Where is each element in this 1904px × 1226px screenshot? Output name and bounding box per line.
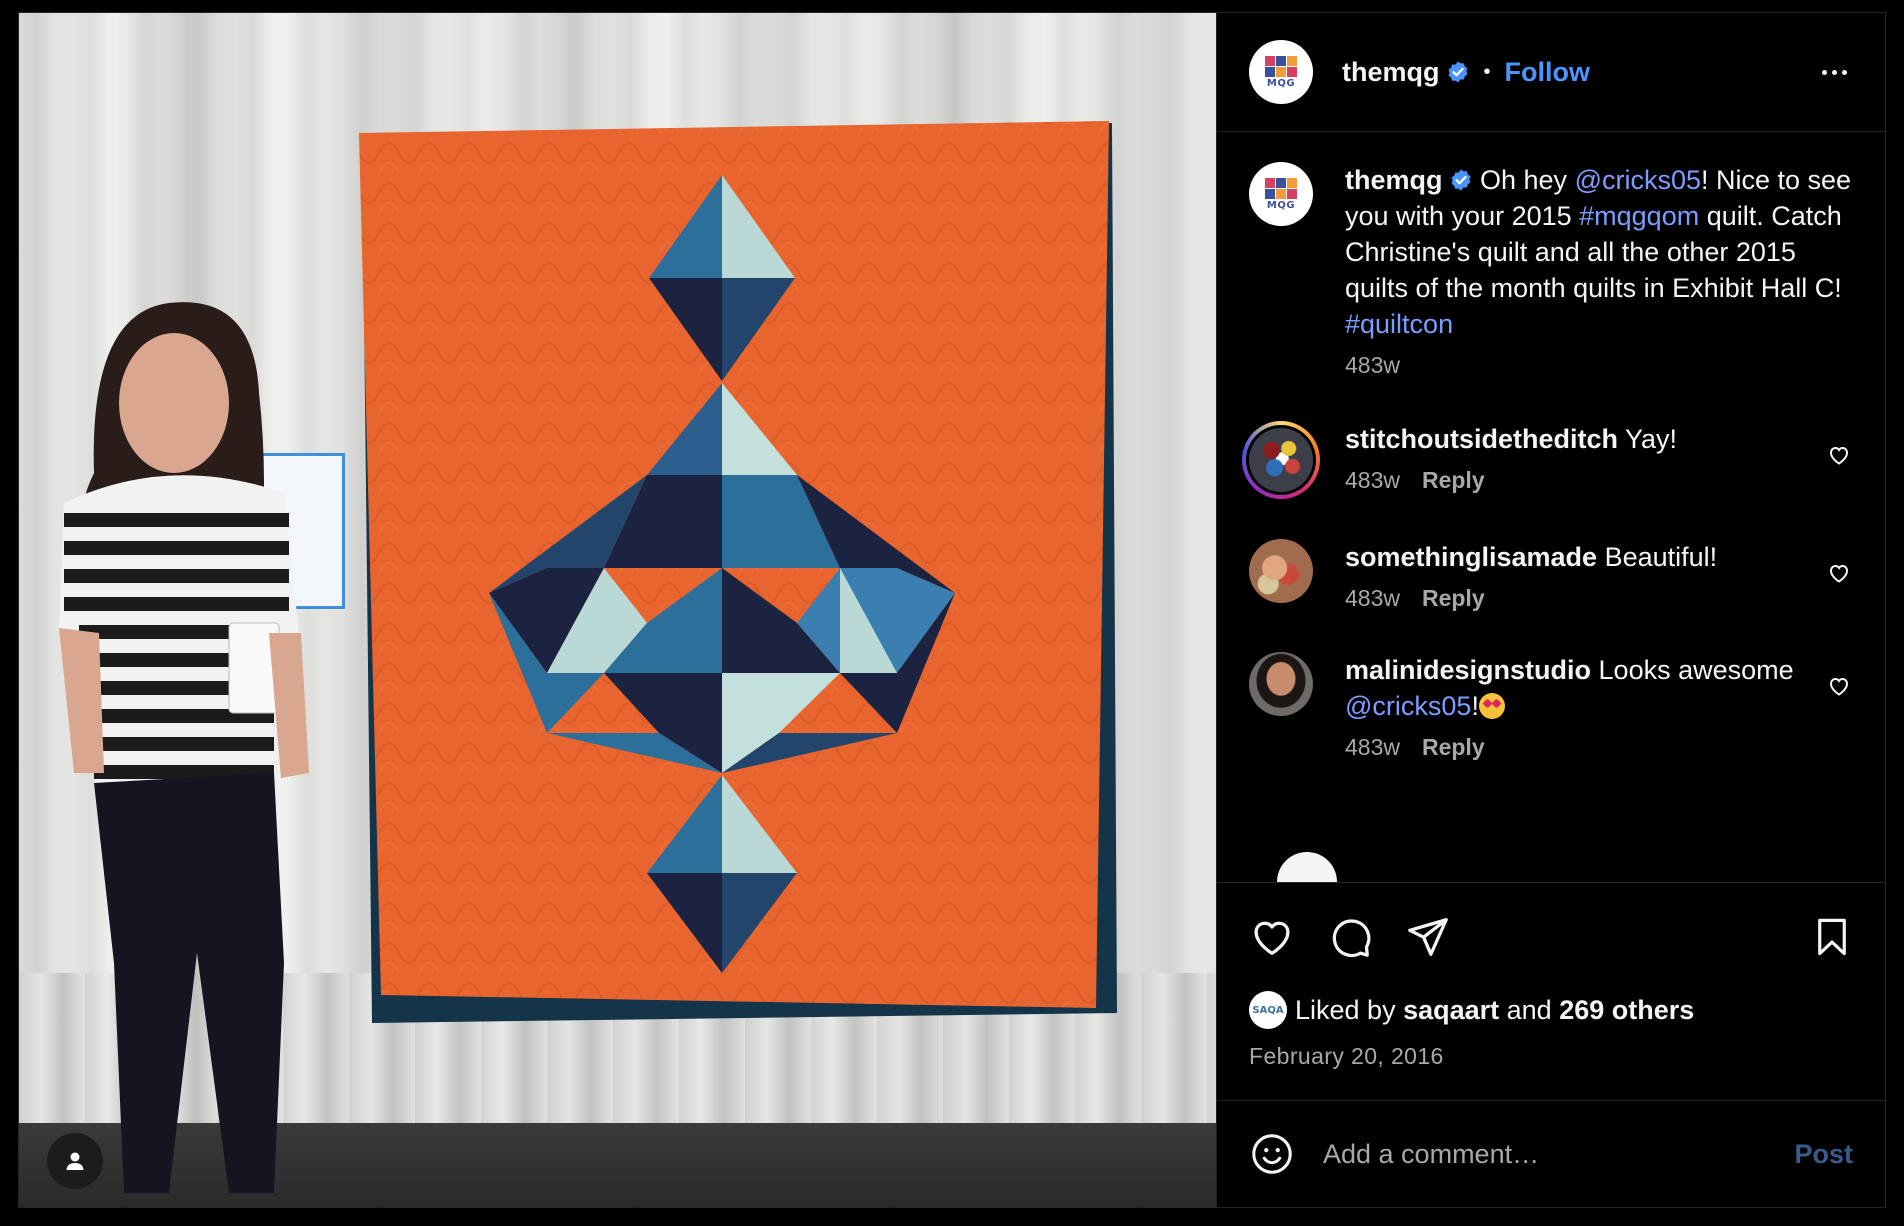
person-figure xyxy=(59,302,309,1193)
mqg-logo-grid-2 xyxy=(1265,66,1297,77)
post-header: MQG themqg • Follow xyxy=(1217,13,1885,132)
next-comment-avatar xyxy=(1277,852,1337,882)
smiley-icon xyxy=(1252,1134,1292,1174)
caption-meta: 483w xyxy=(1345,352,1853,379)
caption-text: themqg Oh hey @cricks05! Nice to see you… xyxy=(1345,165,1852,339)
emoji-picker-button[interactable] xyxy=(1249,1131,1295,1177)
reply-button[interactable]: Reply xyxy=(1422,734,1485,760)
comment-username[interactable]: malinidesignstudio xyxy=(1345,655,1591,685)
user-tag-icon xyxy=(66,1152,84,1170)
mention-link[interactable]: @cricks05 xyxy=(1345,691,1471,721)
like-button[interactable] xyxy=(1249,914,1295,960)
comment-item: stitchoutsidetheditch Yay! 483w Reply xyxy=(1242,421,1853,499)
comment-button[interactable] xyxy=(1327,914,1373,960)
mqg-logo-grid xyxy=(1265,55,1297,66)
more-horizontal-icon xyxy=(1822,69,1827,75)
liker-avatar[interactable]: SAQA xyxy=(1249,991,1287,1029)
comment-username[interactable]: somethinglisamade xyxy=(1345,542,1597,572)
comment-age: 483w xyxy=(1345,585,1400,611)
comment-username[interactable]: stitchoutsidetheditch xyxy=(1345,424,1618,454)
reply-button[interactable]: Reply xyxy=(1422,467,1485,493)
comment-text: somethinglisamade Beautiful! xyxy=(1345,542,1718,572)
save-button[interactable] xyxy=(1811,914,1853,960)
share-button[interactable] xyxy=(1405,914,1451,960)
account-username[interactable]: themqg xyxy=(1342,57,1440,88)
post-date[interactable]: February 20, 2016 xyxy=(1249,1043,1853,1100)
user-tag-button[interactable] xyxy=(47,1133,103,1189)
heart-eyes-emoji-icon xyxy=(1478,693,1505,719)
comments-list[interactable]: MQG themqg Oh hey @cricks05! Nice to see… xyxy=(1217,132,1885,882)
paper-plane-icon xyxy=(1408,918,1448,956)
avatar-logo-text: MQG xyxy=(1266,77,1296,89)
hashtag-link[interactable]: #quiltcon xyxy=(1345,309,1453,339)
post-side-panel: MQG themqg • Follow MQG themqg Oh hey @c… xyxy=(1216,13,1885,1207)
others-count-link[interactable]: 269 others xyxy=(1559,995,1694,1025)
comment-like-heart-icon[interactable] xyxy=(1827,443,1851,467)
caption-avatar[interactable]: MQG xyxy=(1249,162,1313,226)
heart-icon xyxy=(1254,921,1290,955)
comment-text: malinidesignstudio Looks awesome @cricks… xyxy=(1345,655,1794,721)
comment-like-heart-icon[interactable] xyxy=(1827,674,1851,698)
follow-button[interactable]: Follow xyxy=(1505,57,1590,88)
post-photo[interactable] xyxy=(19,13,1216,1207)
comment-like-heart-icon[interactable] xyxy=(1827,561,1851,585)
comment-item: somethinglisamade Beautiful! 483w Reply xyxy=(1249,539,1853,612)
post-comment-button[interactable]: Post xyxy=(1794,1139,1853,1170)
comment-age: 483w xyxy=(1345,467,1400,493)
quilt-illustration xyxy=(59,121,1117,1193)
likes-text[interactable]: Liked by saqaart and 269 others xyxy=(1295,995,1694,1026)
liker-username[interactable]: saqaart xyxy=(1403,995,1499,1025)
more-options-button[interactable] xyxy=(1814,62,1855,83)
comment-item: malinidesignstudio Looks awesome @cricks… xyxy=(1249,652,1853,761)
post-actions-section: SAQA Liked by saqaart and 269 others Feb… xyxy=(1217,882,1885,1100)
likes-summary: SAQA Liked by saqaart and 269 others xyxy=(1249,991,1853,1029)
verified-badge-icon xyxy=(1451,169,1470,191)
verified-badge-icon xyxy=(1448,61,1467,83)
caption: MQG themqg Oh hey @cricks05! Nice to see… xyxy=(1249,162,1853,379)
caption-age: 483w xyxy=(1345,352,1400,378)
reply-button[interactable]: Reply xyxy=(1422,585,1485,611)
post-modal: MQG themqg • Follow MQG themqg Oh hey @c… xyxy=(18,12,1886,1208)
caption-username[interactable]: themqg xyxy=(1345,165,1443,195)
account-avatar[interactable]: MQG xyxy=(1249,40,1313,104)
comment-input[interactable] xyxy=(1321,1137,1795,1171)
commenter-avatar xyxy=(1249,428,1313,492)
commenter-avatar[interactable] xyxy=(1249,652,1313,716)
add-comment-bar: Post xyxy=(1217,1100,1885,1207)
bookmark-icon xyxy=(1818,918,1846,956)
comment-age: 483w xyxy=(1345,734,1400,760)
mention-link[interactable]: @cricks05 xyxy=(1575,165,1701,195)
hashtag-link[interactable]: #mqgqom xyxy=(1579,201,1699,231)
comment-text: stitchoutsidetheditch Yay! xyxy=(1345,424,1678,454)
story-ring-avatar[interactable] xyxy=(1242,421,1320,499)
commenter-avatar[interactable] xyxy=(1249,539,1313,603)
dot-separator: • xyxy=(1483,60,1491,83)
speech-bubble-icon xyxy=(1332,919,1371,958)
actions-bar xyxy=(1249,907,1853,967)
